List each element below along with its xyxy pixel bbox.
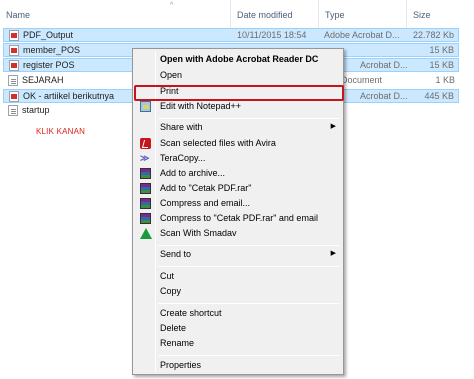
menu-item-share-with[interactable]: Share with ▶ xyxy=(135,120,341,135)
text-file-icon xyxy=(8,75,18,86)
pdf-icon xyxy=(9,30,19,41)
menu-item-compress-email[interactable]: Compress and email... xyxy=(135,196,341,211)
file-type: Document xyxy=(341,75,383,85)
menu-item-scan-smadav[interactable]: Scan With Smadav xyxy=(135,226,341,241)
file-row-pdf-output[interactable]: PDF_Output 10/11/2015 18:54 Adobe Acroba… xyxy=(3,28,459,42)
menu-separator xyxy=(158,118,339,119)
smadav-icon xyxy=(140,228,152,239)
file-size: 445 KB xyxy=(424,91,454,101)
pdf-icon xyxy=(9,91,19,102)
menu-item-teracopy[interactable]: ≫ TeraCopy... xyxy=(135,151,341,166)
sort-ascending-icon: ^ xyxy=(170,2,174,9)
file-name: register POS xyxy=(23,60,75,70)
menu-separator xyxy=(158,245,339,246)
menu-item-scan-avira[interactable]: Scan selected files with Avira xyxy=(135,136,341,151)
menu-item-delete[interactable]: Delete xyxy=(135,321,341,336)
winrar-icon xyxy=(140,198,151,209)
file-size: 15 KB xyxy=(429,45,454,55)
submenu-arrow-icon: ▶ xyxy=(330,250,336,257)
menu-separator xyxy=(158,355,339,356)
file-name: startup xyxy=(22,105,50,115)
menu-item-open-with-acrobat[interactable]: Open with Adobe Acrobat Reader DC xyxy=(135,52,341,67)
winrar-icon xyxy=(140,183,151,194)
submenu-arrow-icon: ▶ xyxy=(330,123,336,130)
menu-separator xyxy=(158,303,339,304)
file-type: Adobe Acrobat D... xyxy=(324,30,400,40)
menu-item-open[interactable]: Open xyxy=(135,68,341,83)
file-size: 22.782 Kb xyxy=(412,30,454,40)
teracopy-icon: ≫ xyxy=(140,153,150,163)
column-name[interactable]: Name xyxy=(0,0,230,28)
file-name: member_POS xyxy=(23,45,81,55)
winrar-icon xyxy=(140,213,151,224)
menu-separator xyxy=(158,266,339,267)
menu-item-send-to[interactable]: Send to ▶ xyxy=(135,247,341,262)
column-date-modified[interactable]: Date modified xyxy=(230,0,318,28)
file-name: SEJARAH xyxy=(22,75,64,85)
file-type: Acrobat D... xyxy=(360,60,408,70)
print-highlight-box xyxy=(134,85,344,101)
menu-item-properties[interactable]: Properties xyxy=(135,358,341,373)
menu-item-rename[interactable]: Rename xyxy=(135,336,341,351)
winrar-icon xyxy=(140,168,151,179)
avira-icon xyxy=(140,138,151,149)
file-date: 10/11/2015 18:54 xyxy=(237,30,307,40)
annotation-right-click: KLIK KANAN xyxy=(36,127,86,136)
column-size[interactable]: Size xyxy=(406,0,474,28)
file-name: OK - artiikel berikutnya xyxy=(23,91,115,101)
menu-item-edit-notepad[interactable]: Edit with Notepad++ xyxy=(135,99,341,114)
file-type: Acrobat D... xyxy=(360,91,408,101)
pdf-icon xyxy=(9,45,19,56)
notepad-plus-plus-icon xyxy=(140,101,151,112)
menu-item-add-to-rar[interactable]: Add to "Cetak PDF.rar" xyxy=(135,181,341,196)
menu-item-cut[interactable]: Cut xyxy=(135,269,341,284)
file-size: 1 KB xyxy=(435,75,455,85)
menu-item-add-to-archive[interactable]: Add to archive... xyxy=(135,166,341,181)
file-name: PDF_Output xyxy=(23,30,74,40)
text-file-icon xyxy=(8,105,18,116)
column-type[interactable]: Type xyxy=(318,0,406,28)
menu-item-copy[interactable]: Copy xyxy=(135,284,341,299)
column-header: Name ^ Date modified Type Size xyxy=(0,0,474,28)
menu-item-compress-rar-email[interactable]: Compress to "Cetak PDF.rar" and email xyxy=(135,211,341,226)
menu-item-create-shortcut[interactable]: Create shortcut xyxy=(135,306,341,321)
context-menu: Open with Adobe Acrobat Reader DC Open P… xyxy=(132,48,344,375)
file-size: 15 KB xyxy=(429,60,454,70)
pdf-icon xyxy=(9,60,19,71)
